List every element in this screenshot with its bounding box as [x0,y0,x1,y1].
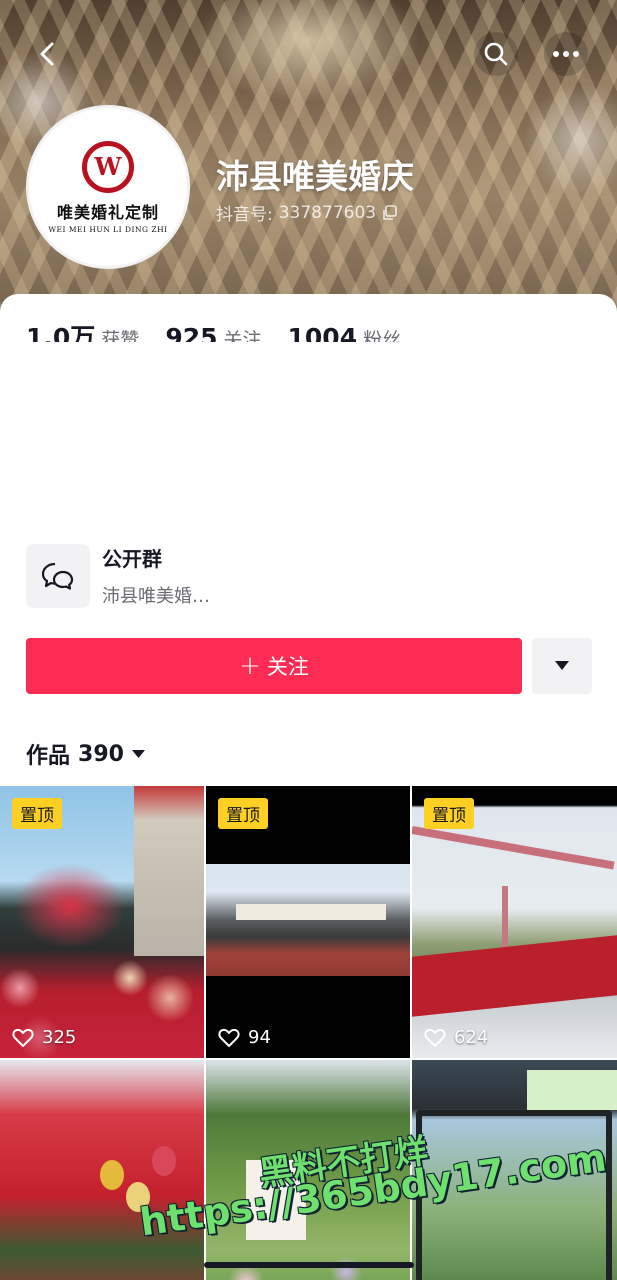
heart-icon [12,1028,34,1047]
douyin-id-row[interactable]: 抖音号: 337877603 [216,200,398,225]
douyin-id-value: 337877603 [278,202,377,223]
thumbnail-monitor [527,1070,617,1110]
like-count: 94 [218,1027,271,1048]
follow-button[interactable]: + 关注 [26,638,522,694]
thumbnail-sign [246,1160,306,1240]
stat-likes-number: 1.0万 [26,323,96,342]
thumbnail-banner [236,904,386,920]
stat-followers-number: 1004 [287,323,358,342]
pinned-badge: 置顶 [424,798,474,829]
video-tile[interactable]: 置顶 94 [206,786,410,1058]
thumbnail-building [134,786,204,956]
heart-icon [218,1028,240,1047]
thumbnail-lantern [152,1146,176,1176]
more-button[interactable] [544,32,588,76]
stats-row: 1.0万 获赞 925 关注 1004 粉丝 [26,318,401,342]
logo-brand-en: WEI MEI HUN LI DING ZHI [48,224,168,234]
public-group-entry[interactable]: 公开群 沛县唯美婚… [26,543,210,608]
like-count-value: 94 [248,1027,271,1048]
group-chat-icon [41,562,74,590]
caret-down-icon [131,749,145,758]
like-count-value: 325 [42,1027,77,1048]
video-tile[interactable] [412,1060,617,1280]
group-subtitle: 沛县唯美婚… [102,586,210,607]
thumbnail-lantern [126,1182,150,1212]
thumbnail-frame [412,826,615,870]
back-button[interactable] [26,32,70,76]
group-icon-box [26,543,90,608]
stat-following[interactable]: 925 关注 [165,323,261,342]
logo-brand-cn: 唯美婚礼定制 [56,202,159,222]
stat-following-label: 关注 [223,329,262,342]
back-icon [40,42,54,66]
like-count: 325 [12,1027,76,1048]
search-icon [484,42,508,66]
home-indicator[interactable] [204,1262,414,1268]
avatar[interactable]: W 唯美婚礼定制 WEI MEI HUN LI DING ZHI [26,105,190,269]
copy-icon[interactable] [382,204,398,221]
thumbnail-photo [206,864,410,976]
group-title: 公开群 [102,547,162,571]
thumbnail-flowers [206,1242,410,1280]
stat-likes[interactable]: 1.0万 获赞 [26,318,139,342]
stat-followers-label: 粉丝 [363,329,402,342]
video-tile[interactable]: 置顶 325 [0,786,204,1058]
like-count: 624 [424,1027,488,1048]
search-button[interactable] [474,32,518,76]
video-tile[interactable] [206,1060,410,1280]
plus-icon: + [239,651,261,681]
like-count-value: 624 [454,1027,489,1048]
thumbnail-lantern [100,1160,124,1190]
works-count: 390 [78,741,124,767]
thumbnail-screen [416,1110,612,1280]
more-icon [553,51,579,57]
profile-name: 沛县唯美婚庆 [216,157,414,196]
video-grid: 置顶 325 置顶 94 置顶 624 [0,786,617,1280]
stat-following-number: 925 [165,323,218,342]
stat-followers[interactable]: 1004 粉丝 [288,323,402,342]
follow-label: 关注 [266,655,309,679]
thumbnail-stage [412,935,617,1017]
heart-icon [424,1028,446,1047]
recommend-dropdown-button[interactable] [532,638,592,694]
video-tile[interactable] [0,1060,204,1280]
video-tile[interactable]: 置顶 624 [412,786,617,1058]
douyin-id-label: 抖音号: [216,205,273,225]
logo-mark: W [82,140,134,193]
pinned-badge: 置顶 [12,798,62,829]
caret-down-icon [555,661,569,670]
pinned-badge: 置顶 [218,798,268,829]
tab-works[interactable]: 作品 390 [26,738,145,770]
stat-likes-label: 获赞 [101,329,140,342]
works-label: 作品 [26,744,71,769]
